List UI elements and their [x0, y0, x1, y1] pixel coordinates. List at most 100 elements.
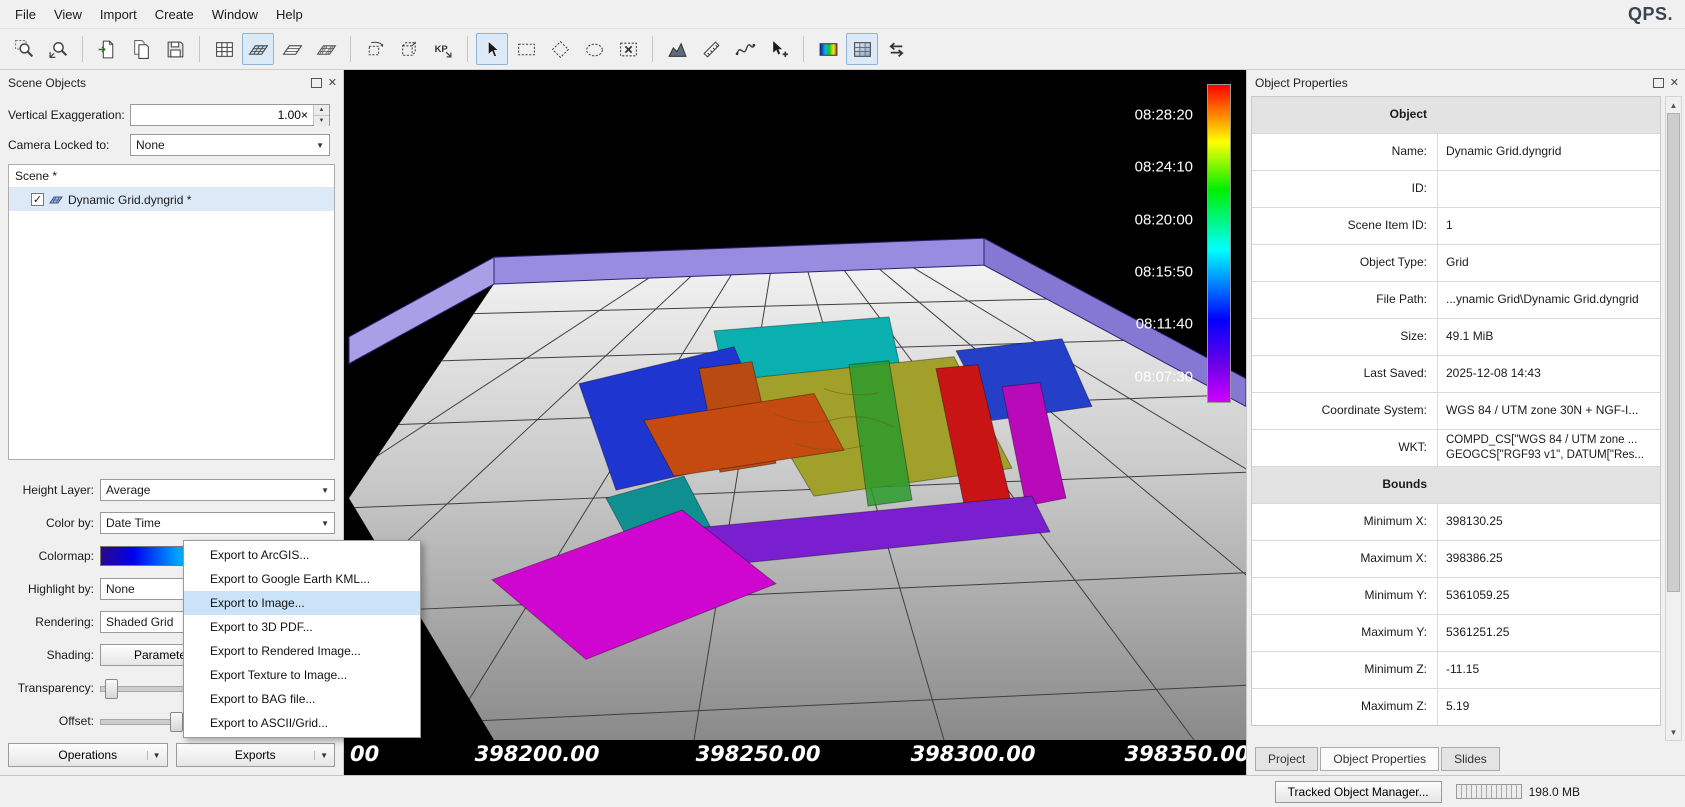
scrollbar-thumb[interactable]	[1667, 113, 1680, 592]
colorbar-time-label: 08:07:30	[1135, 369, 1193, 386]
convert-file-icon[interactable]	[125, 33, 157, 65]
clear-selection-icon[interactable]	[612, 33, 644, 65]
rect-select-icon[interactable]	[510, 33, 542, 65]
camera-locked-select[interactable]: None ▼	[130, 134, 330, 156]
memory-usage-widget: 198.0 MB	[1456, 784, 1580, 799]
cube-select-icon[interactable]	[393, 33, 425, 65]
menu-item-export-to-image[interactable]: Export to Image...	[184, 591, 420, 615]
scene-objects-panel-title: Scene Objects	[8, 76, 86, 90]
vertical-exaggeration-input[interactable]	[131, 105, 313, 125]
x-axis-label: 398300.00	[911, 742, 1036, 766]
colorbar-time-label: 08:28:20	[1135, 107, 1193, 124]
polygon-select-icon[interactable]	[544, 33, 576, 65]
x-axis-label: 398250.00	[696, 742, 821, 766]
exports-context-menu: Export to ArcGIS... Export to Google Ear…	[183, 540, 421, 738]
tab-project[interactable]: Project	[1255, 747, 1318, 771]
toolbar-separator	[652, 36, 653, 62]
x-axis-label: 398200.00	[475, 742, 600, 766]
rendering-label: Rendering:	[8, 615, 100, 629]
slider-handle[interactable]	[105, 679, 118, 699]
menu-item-export-to-google-earth-kml[interactable]: Export to Google Earth KML...	[184, 567, 420, 591]
menu-create[interactable]: Create	[146, 2, 203, 27]
scene-tree[interactable]: Scene * Dynamic Grid.dyngrid *	[8, 164, 335, 460]
menu-window[interactable]: Window	[203, 2, 267, 27]
properties-table: Object Name: Dynamic Grid.dyngrid ID: Sc…	[1251, 96, 1661, 726]
shaded-grid-icon[interactable]	[846, 33, 878, 65]
zoom-extents-icon[interactable]	[42, 33, 74, 65]
spin-up-icon[interactable]: ▲	[314, 105, 329, 116]
spin-down-icon[interactable]: ▼	[314, 116, 329, 126]
toolbar: KP	[0, 29, 1685, 70]
menu-file[interactable]: File	[6, 2, 45, 27]
x-axis-label: 398350.00	[1125, 742, 1246, 766]
table-view-icon[interactable]	[208, 33, 240, 65]
histogram-icon[interactable]	[661, 33, 693, 65]
menu-import[interactable]: Import	[91, 2, 146, 27]
rendering-value: Shaded Grid	[106, 615, 173, 629]
lasso-select-icon[interactable]	[578, 33, 610, 65]
object-properties-panel-title: Object Properties	[1255, 76, 1348, 90]
operations-button[interactable]: Operations ▼	[8, 743, 168, 767]
menu-help[interactable]: Help	[267, 2, 312, 27]
menu-item-export-to-rendered-image[interactable]: Export to Rendered Image...	[184, 639, 420, 663]
menu-item-export-to-bag-file[interactable]: Export to BAG file...	[184, 687, 420, 711]
chevron-down-icon: ▼	[315, 486, 329, 495]
toolbar-separator	[199, 36, 200, 62]
slider-handle[interactable]	[170, 712, 183, 732]
vertical-exaggeration-stepper[interactable]: ▲ ▼	[130, 104, 330, 126]
colormap-icon[interactable]	[812, 33, 844, 65]
operations-button-label: Operations	[58, 748, 117, 762]
measure-icon[interactable]	[695, 33, 727, 65]
flat-surface-icon[interactable]	[276, 33, 308, 65]
scrollbar-track[interactable]	[1666, 113, 1681, 724]
menu-item-export-to-3d-pdf[interactable]: Export to 3D PDF...	[184, 615, 420, 639]
property-row-minimum-z: Minimum Z: -11.15	[1252, 652, 1660, 689]
menu-item-export-texture-to-image[interactable]: Export Texture to Image...	[184, 663, 420, 687]
zoom-window-icon[interactable]	[8, 33, 40, 65]
color-by-select[interactable]: Date Time ▼	[100, 512, 335, 534]
float-panel-icon[interactable]	[311, 78, 322, 88]
properties-scrollbar[interactable]: ▲ ▼	[1665, 96, 1682, 741]
menu-item-export-to-ascii-grid[interactable]: Export to ASCII/Grid...	[184, 711, 420, 735]
property-row-id: ID:	[1252, 171, 1660, 208]
tracked-object-manager-button[interactable]: Tracked Object Manager...	[1275, 781, 1442, 803]
highlight-by-label: Highlight by:	[8, 582, 100, 596]
pick-icon[interactable]	[763, 33, 795, 65]
height-layer-select[interactable]: Average ▼	[100, 479, 335, 501]
visibility-checkbox[interactable]	[31, 193, 44, 206]
property-row-wkt: WKT: COMPD_CS["WGS 84 / UTM zone ...GEOG…	[1252, 430, 1660, 467]
save-icon[interactable]	[159, 33, 191, 65]
colorbar-time-label: 08:20:00	[1135, 212, 1193, 229]
profile-icon[interactable]	[729, 33, 761, 65]
memory-label: 198.0 MB	[1529, 785, 1580, 799]
tab-slides[interactable]: Slides	[1441, 747, 1500, 771]
rotate-3d-select-icon[interactable]	[359, 33, 391, 65]
viewport-3d[interactable]: 08:28:20 08:24:10 08:20:00 08:15:50 08:1…	[344, 70, 1246, 775]
exports-button[interactable]: Exports ▼	[176, 743, 336, 767]
menu-item-export-to-arcgis[interactable]: Export to ArcGIS...	[184, 543, 420, 567]
scene-render[interactable]	[344, 70, 1246, 740]
scene-tree-root[interactable]: Scene *	[9, 165, 334, 188]
swap-colormap-icon[interactable]	[880, 33, 912, 65]
colormap-label: Colormap:	[8, 549, 100, 563]
camera-locked-value: None	[136, 138, 165, 152]
menu-view[interactable]: View	[45, 2, 91, 27]
kp-select-icon[interactable]: KP	[427, 33, 459, 65]
property-row-file-path: File Path: ...ynamic Grid\Dynamic Grid.d…	[1252, 282, 1660, 319]
scroll-down-icon[interactable]: ▼	[1666, 724, 1681, 740]
color-by-value: Date Time	[106, 516, 161, 530]
chevron-down-icon: ▼	[315, 519, 329, 528]
tab-object-properties[interactable]: Object Properties	[1320, 747, 1439, 771]
import-file-icon[interactable]	[91, 33, 123, 65]
surface-view-icon[interactable]	[242, 33, 274, 65]
wireframe-surface-icon[interactable]	[310, 33, 342, 65]
pointer-icon[interactable]	[476, 33, 508, 65]
vertical-exaggeration-label: Vertical Exaggeration:	[8, 108, 130, 122]
close-panel-icon[interactable]: ✕	[328, 78, 337, 88]
property-row-scene-item-id: Scene Item ID: 1	[1252, 208, 1660, 245]
scroll-up-icon[interactable]: ▲	[1666, 97, 1681, 113]
scene-tree-item-dynamic-grid[interactable]: Dynamic Grid.dyngrid *	[9, 188, 334, 211]
float-panel-icon[interactable]	[1653, 78, 1664, 88]
close-panel-icon[interactable]: ✕	[1670, 78, 1679, 88]
colorbar-time-label: 08:11:40	[1136, 316, 1193, 333]
